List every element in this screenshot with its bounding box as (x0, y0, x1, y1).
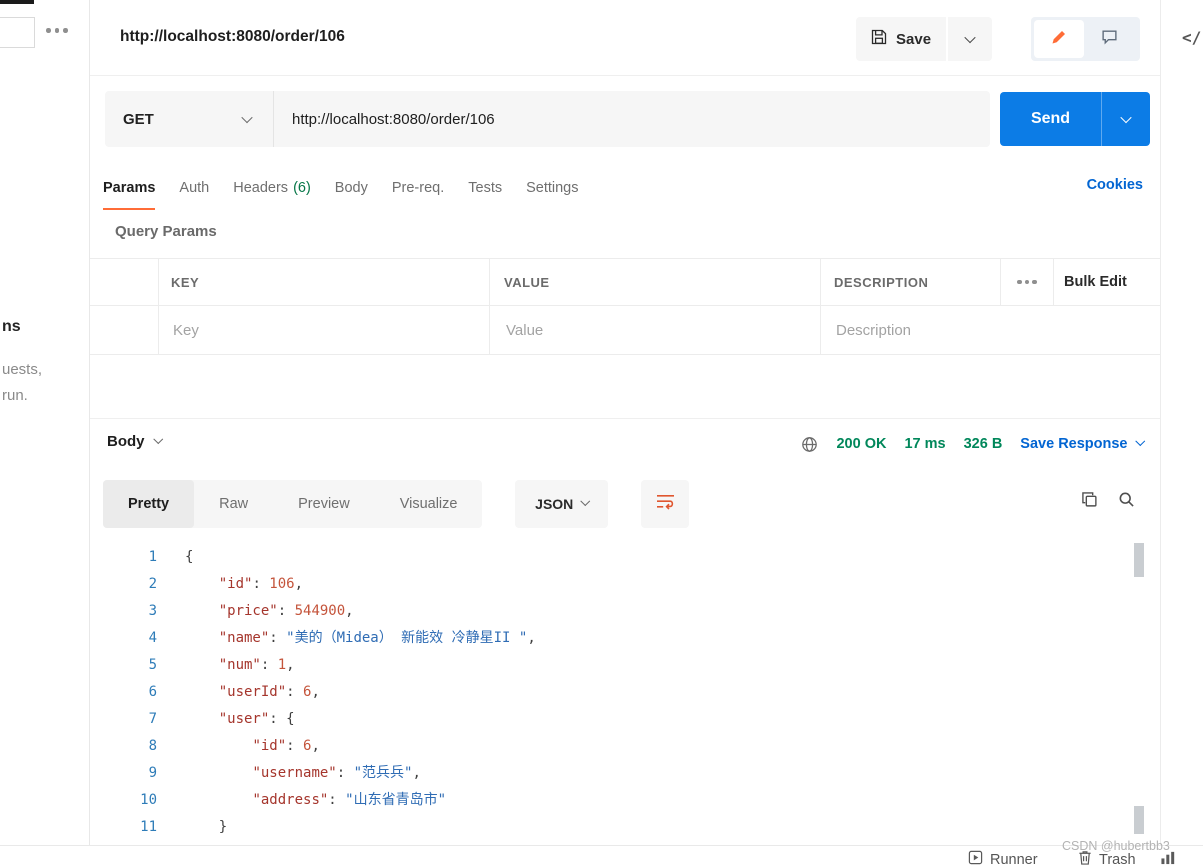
watermark: CSDN @hubertbb3 (1062, 839, 1170, 853)
request-title: http://localhost:8080/order/106 (120, 28, 345, 45)
response-time[interactable]: 17 ms (904, 436, 945, 452)
runner-button[interactable]: Runner (968, 850, 1038, 865)
network-globe-icon[interactable] (801, 436, 818, 453)
send-button[interactable]: Send (1000, 92, 1102, 146)
chevron-down-icon (1135, 436, 1145, 446)
chevron-down-icon (1120, 111, 1132, 124)
param-value-input[interactable] (504, 320, 820, 340)
runner-icon (968, 850, 983, 865)
code-gutter: 1 2 3 4 5 6 7 8 9 10 11 (140, 549, 157, 835)
response-divider (90, 418, 1160, 419)
method-label: GET (123, 110, 154, 128)
code-lines: { "id": 106, "price": 544900, "name": "美… (185, 549, 536, 835)
save-button[interactable]: Save (856, 17, 947, 61)
view-tab-pretty[interactable]: Pretty (103, 480, 195, 528)
response-meta: 200 OK 17 ms 326 B Save Response (801, 433, 1145, 455)
comment-icon (1101, 28, 1118, 50)
more-options-icon[interactable] (46, 28, 68, 33)
url-field (273, 91, 990, 147)
status-badge[interactable]: 200 OK (836, 436, 886, 452)
pencil-icon (1051, 29, 1067, 50)
comment-button[interactable] (1084, 20, 1134, 58)
params-checkbox-column (90, 259, 158, 305)
scrollbar-thumb[interactable] (1134, 543, 1144, 577)
copy-icon[interactable] (1081, 491, 1098, 508)
console-icon[interactable]: </ (1182, 28, 1201, 47)
tab-body[interactable]: Body (335, 166, 368, 210)
bulk-edit-button[interactable]: Bulk Edit (1064, 274, 1127, 290)
params-input-row (90, 306, 1160, 355)
sidebar-truncated-heading: ns (2, 318, 21, 335)
url-input[interactable] (274, 110, 990, 128)
send-button-group: Send (1000, 92, 1150, 146)
view-tab-preview[interactable]: Preview (273, 480, 375, 528)
column-header-value: VALUE (504, 274, 550, 290)
response-body-dropdown[interactable]: Body (107, 433, 163, 450)
response-view-switch: Pretty Raw Preview Visualize (103, 480, 483, 528)
main-panel: http://localhost:8080/order/106 Save GET… (90, 0, 1160, 865)
left-sidebar: ns uests, run. (0, 0, 90, 865)
active-tab-marker (0, 0, 34, 4)
bottom-status-bar: Runner Trash (0, 845, 1203, 865)
send-button-label: Send (1030, 110, 1071, 127)
chevron-down-icon (580, 496, 591, 506)
headers-count-badge: (6) (293, 180, 311, 196)
edit-comment-group (1031, 17, 1140, 61)
save-button-label: Save (896, 30, 932, 48)
edit-button[interactable] (1034, 20, 1084, 58)
format-select[interactable]: JSON (515, 480, 609, 528)
response-toolbar: Pretty Raw Preview Visualize JSON (103, 480, 690, 528)
column-header-description: DESCRIPTION (834, 274, 929, 290)
send-options-button[interactable] (1102, 92, 1150, 146)
chevron-down-icon (241, 111, 253, 124)
method-select[interactable]: GET (105, 91, 273, 147)
view-tab-raw[interactable]: Raw (194, 480, 273, 528)
params-more-options-icon[interactable] (1000, 259, 1053, 305)
scrollbar-thumb[interactable] (1134, 806, 1144, 834)
response-code-viewer[interactable]: 1 2 3 4 5 6 7 8 9 10 11 { "id": 106, "price": 5449… (90, 540, 1160, 865)
save-button-group: Save (856, 17, 993, 61)
request-tabs: Params Auth Headers (6) Body Pre-req. Tes… (103, 166, 579, 210)
sidebar-truncated-text-1: uests, (2, 361, 43, 378)
save-response-button[interactable]: Save Response (1020, 436, 1145, 452)
query-params-title: Query Params (115, 223, 217, 240)
response-size[interactable]: 326 B (964, 436, 1003, 452)
tab-auth[interactable]: Auth (179, 166, 209, 210)
cookies-link[interactable]: Cookies (1087, 177, 1143, 193)
query-params-table: KEY VALUE DESCRIPTION Bulk Edit (90, 258, 1160, 355)
tab-tests[interactable]: Tests (468, 166, 502, 210)
params-header-row: KEY VALUE DESCRIPTION Bulk Edit (90, 258, 1160, 306)
column-header-key: KEY (171, 274, 200, 290)
param-description-input[interactable] (834, 320, 1160, 340)
save-icon (871, 29, 887, 49)
response-body-label: Body (107, 433, 145, 450)
sidebar-corner-box[interactable] (0, 17, 35, 48)
request-header: http://localhost:8080/order/106 Save (90, 0, 1160, 76)
response-actions (1081, 491, 1135, 508)
tab-headers[interactable]: Headers (6) (233, 166, 311, 210)
save-options-button[interactable] (946, 17, 993, 61)
wrap-lines-icon (655, 493, 676, 515)
chevron-down-icon (964, 31, 976, 44)
view-tab-visualize[interactable]: Visualize (375, 480, 483, 528)
param-key-input[interactable] (171, 320, 489, 340)
sidebar-truncated-text-2: run. (2, 387, 28, 404)
wrap-lines-button[interactable] (641, 480, 690, 528)
format-label: JSON (535, 496, 574, 512)
search-icon[interactable] (1118, 491, 1135, 508)
tab-params[interactable]: Params (103, 166, 156, 210)
right-rail: </ (1160, 0, 1203, 865)
tab-prereq[interactable]: Pre-req. (392, 166, 444, 210)
tab-settings[interactable]: Settings (526, 166, 578, 210)
chevron-down-icon (153, 433, 163, 444)
